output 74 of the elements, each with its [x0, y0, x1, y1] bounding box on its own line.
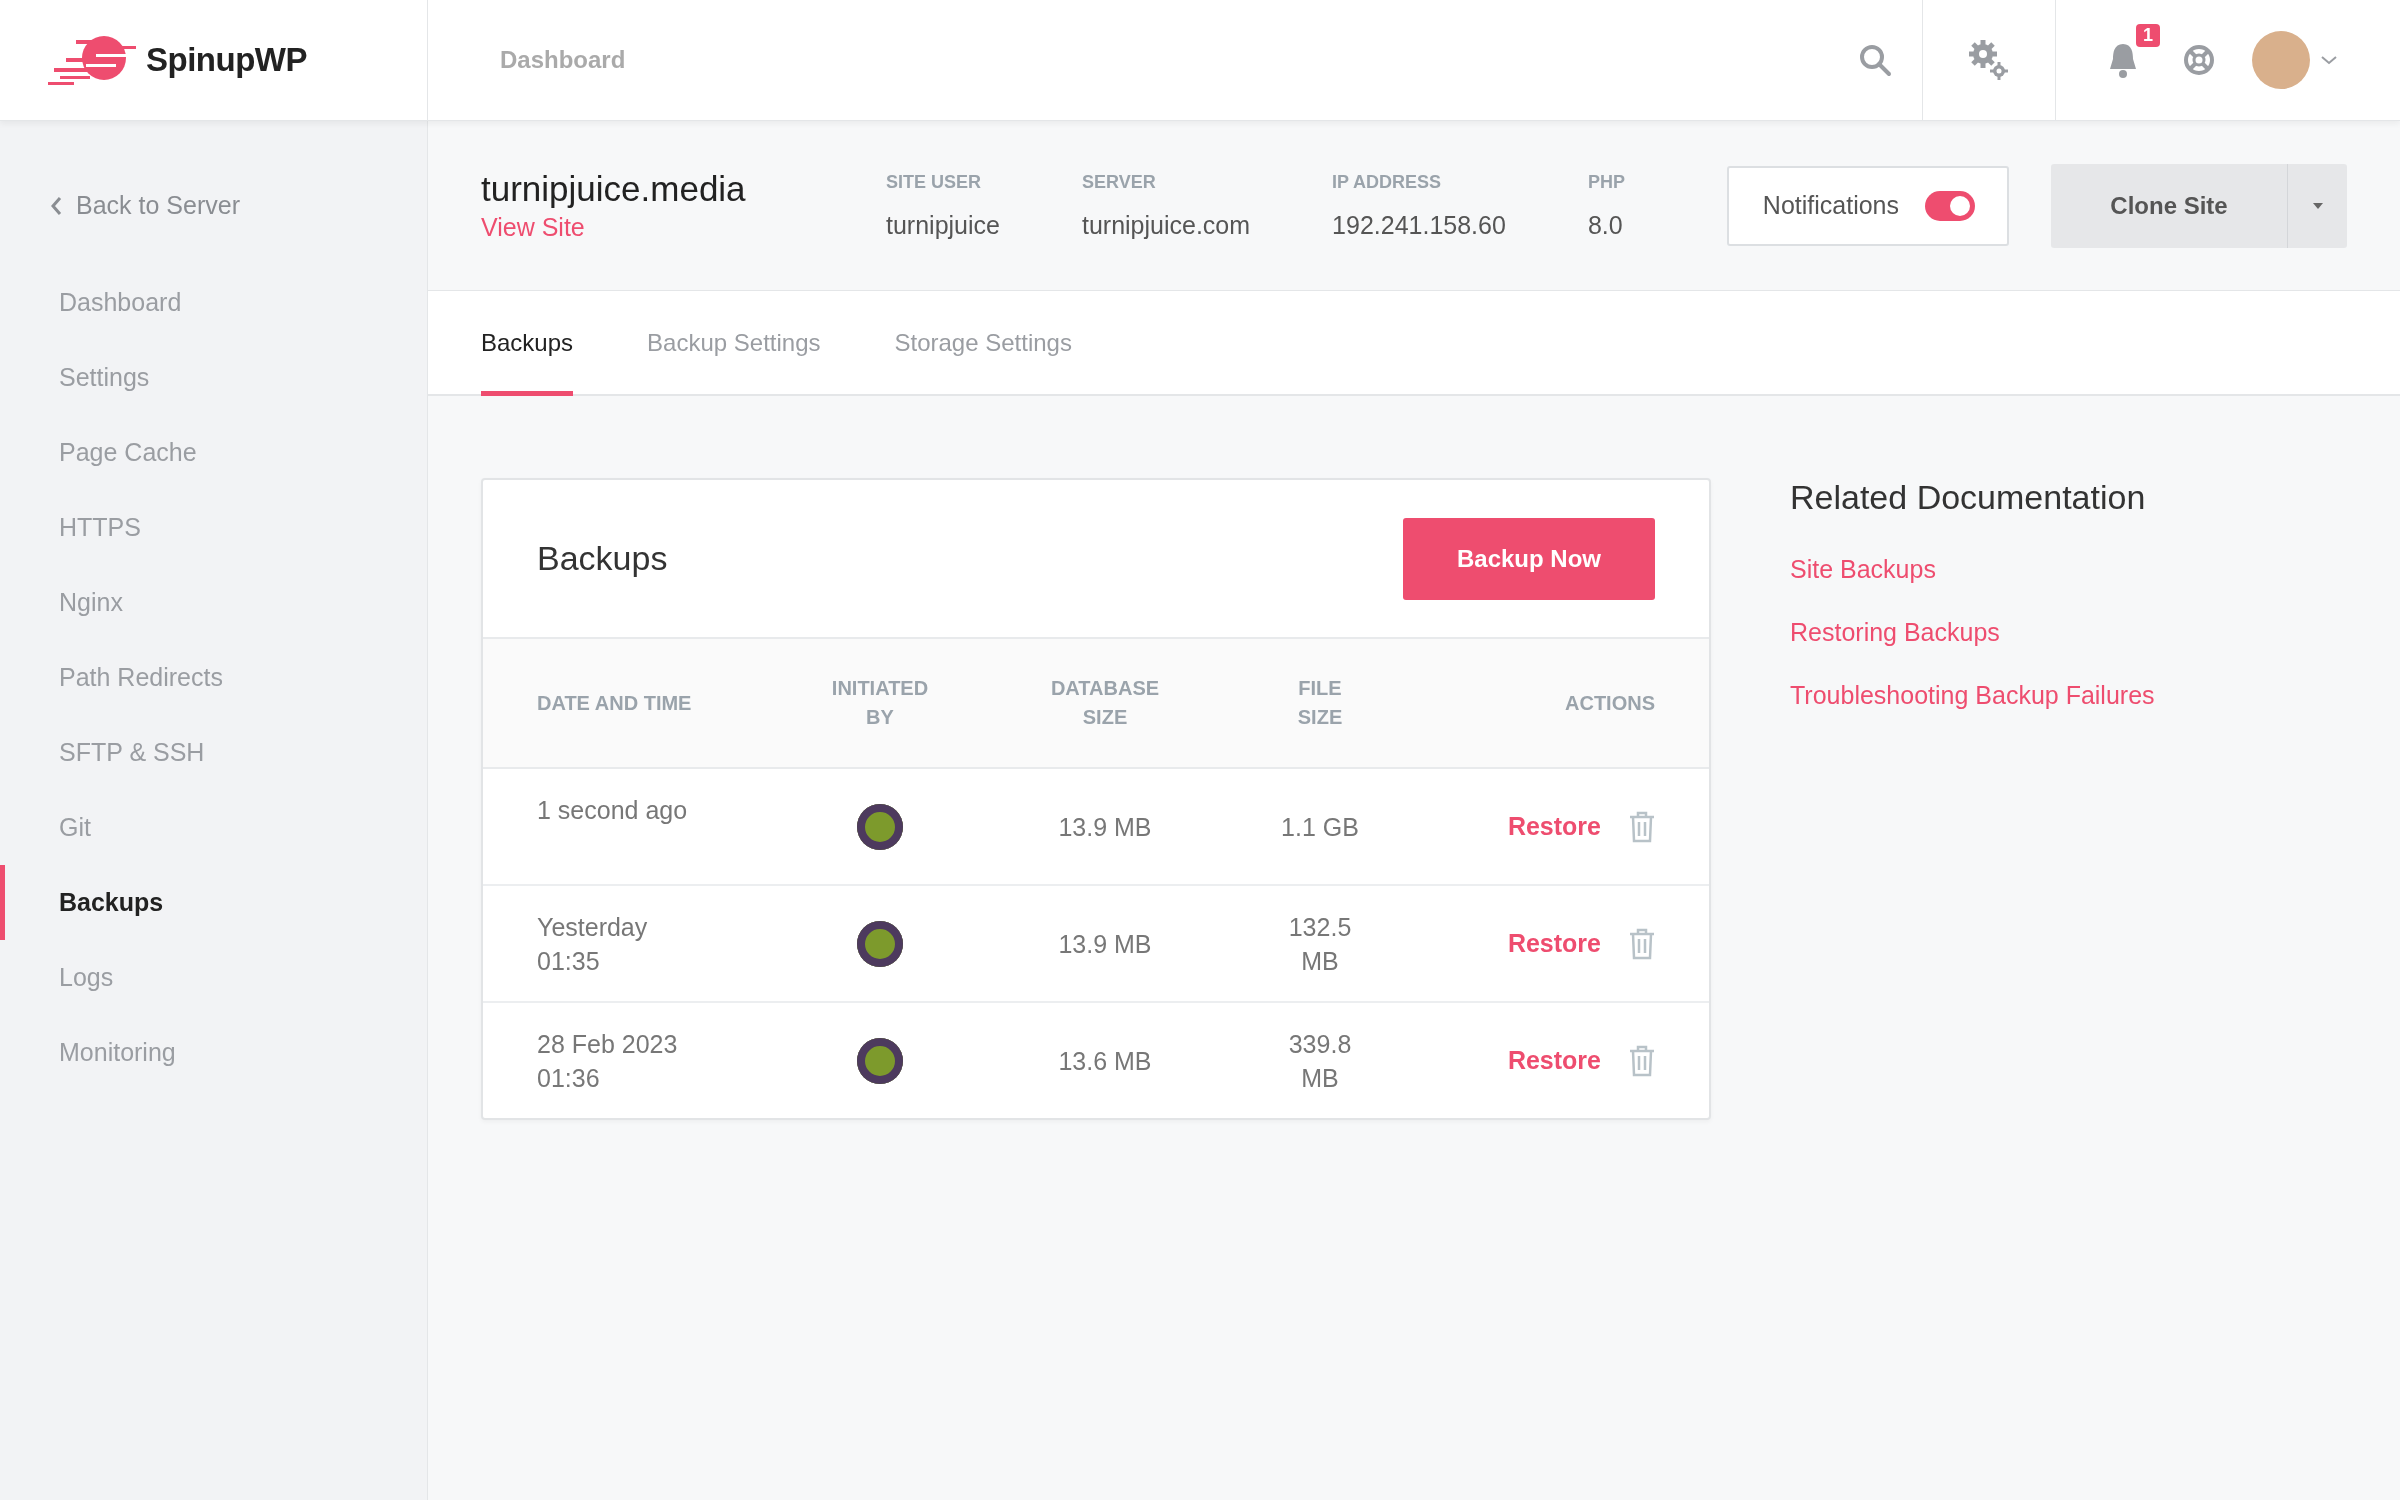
sidebar-item[interactable]: Settings [0, 340, 427, 415]
sidebar-item[interactable]: Dashboard [0, 265, 427, 340]
clone-options-button[interactable] [2287, 163, 2347, 248]
table-cell-text: 13.9 MB [1057, 811, 1153, 843]
search-icon [1858, 43, 1892, 77]
logo-icon [46, 34, 138, 86]
table-cell-text: 132.5 MB [1287, 911, 1353, 977]
documentation-link[interactable]: Restoring Backups [1790, 618, 2000, 647]
docs-heading: Related Documentation [1790, 478, 2147, 517]
restore-link[interactable]: Restore [1507, 929, 1601, 958]
column-header: ACTIONS [1564, 690, 1655, 716]
table-cell-text: 13.6 MB [1057, 1045, 1153, 1077]
back-to-server-link[interactable]: Back to Server [50, 191, 240, 220]
column-header: DATE AND TIME [537, 690, 693, 716]
documentation-link[interactable]: Troubleshooting Backup Failures [1790, 681, 2155, 710]
trash-icon [1629, 810, 1655, 843]
table-cell-text: 339.8 MB [1287, 1028, 1353, 1094]
sidebar-item[interactable]: SFTP & SSH [0, 715, 427, 790]
documentation-link[interactable]: Site Backups [1790, 555, 1936, 584]
fact-label: PHP [1587, 171, 1625, 193]
restore-link[interactable]: Restore [1507, 1046, 1601, 1075]
table-cell-text: 1.1 GB [1281, 811, 1359, 843]
sidebar-item[interactable]: Page Cache [0, 415, 427, 490]
user-avatar [2252, 31, 2310, 89]
delete-button[interactable] [1629, 927, 1655, 960]
fact-label: SITE USER [886, 171, 983, 193]
table-cell-text: 13.9 MB [1057, 928, 1153, 960]
sidebar-item[interactable]: Backups [0, 865, 427, 940]
user-avatar [857, 1037, 903, 1084]
notification-count-badge: 1 [2136, 24, 2160, 47]
clone-site-button[interactable]: Clone Site [2051, 163, 2287, 248]
view-site-link[interactable]: View Site [481, 213, 585, 242]
sidebar-item[interactable]: Nginx [0, 565, 427, 640]
lifebuoy-icon [2182, 43, 2216, 77]
settings-icon [1967, 38, 2011, 82]
trash-icon [1629, 1044, 1655, 1077]
fact-value: 192.241.158.60 [1332, 210, 1506, 240]
card-title: Backups [537, 539, 668, 578]
fact-value: turnipjuice [886, 210, 1000, 240]
delete-button[interactable] [1629, 1044, 1655, 1077]
fact-label: IP ADDRESS [1332, 171, 1443, 193]
sidebar-item[interactable]: Logs [0, 940, 427, 1015]
column-header: DATABASE SIZE [1050, 676, 1160, 730]
notifications-toggle[interactable] [1925, 190, 1975, 221]
trash-icon [1629, 927, 1655, 960]
fact-label: SERVER [1081, 171, 1157, 193]
column-header: FILE SIZE [1296, 676, 1344, 730]
notifications-label: Notifications [1762, 191, 1899, 220]
table-cell-text: 1 second ago [537, 795, 689, 826]
chevron-down-icon [2320, 54, 2338, 66]
column-header: INITIATED BY [830, 676, 930, 730]
sidebar-item[interactable]: HTTPS [0, 490, 427, 565]
sidebar-item[interactable]: Monitoring [0, 1015, 427, 1090]
tab[interactable]: Storage Settings [894, 291, 1072, 396]
page-title: Dashboard [500, 46, 626, 73]
chevron-left-icon [50, 195, 62, 216]
fact-value: 8.0 [1587, 210, 1624, 240]
backup-now-button[interactable]: Backup Now [1403, 517, 1655, 600]
fact-value: turnipjuice.com [1081, 210, 1251, 240]
caret-icon [2311, 202, 2324, 210]
tab[interactable]: Backup Settings [647, 291, 821, 396]
notifications-control[interactable]: Notifications [1726, 165, 2009, 246]
settings-button[interactable] [1922, 0, 2056, 120]
sidebar-item[interactable]: Path Redirects [0, 640, 427, 715]
notifications-button[interactable]: 1 [2056, 0, 2160, 120]
table-cell-text: 28 Feb 2023 01:36 [537, 1029, 679, 1094]
restore-link[interactable]: Restore [1507, 812, 1601, 841]
table-cell-text: Yesterday 01:35 [537, 912, 649, 977]
user-avatar [857, 803, 903, 850]
sidebar-item[interactable]: Git [0, 790, 427, 865]
user-avatar [857, 920, 903, 967]
brand-name: SpinupWP [146, 41, 307, 79]
tab[interactable]: Backups [481, 291, 574, 396]
delete-button[interactable] [1629, 810, 1655, 843]
